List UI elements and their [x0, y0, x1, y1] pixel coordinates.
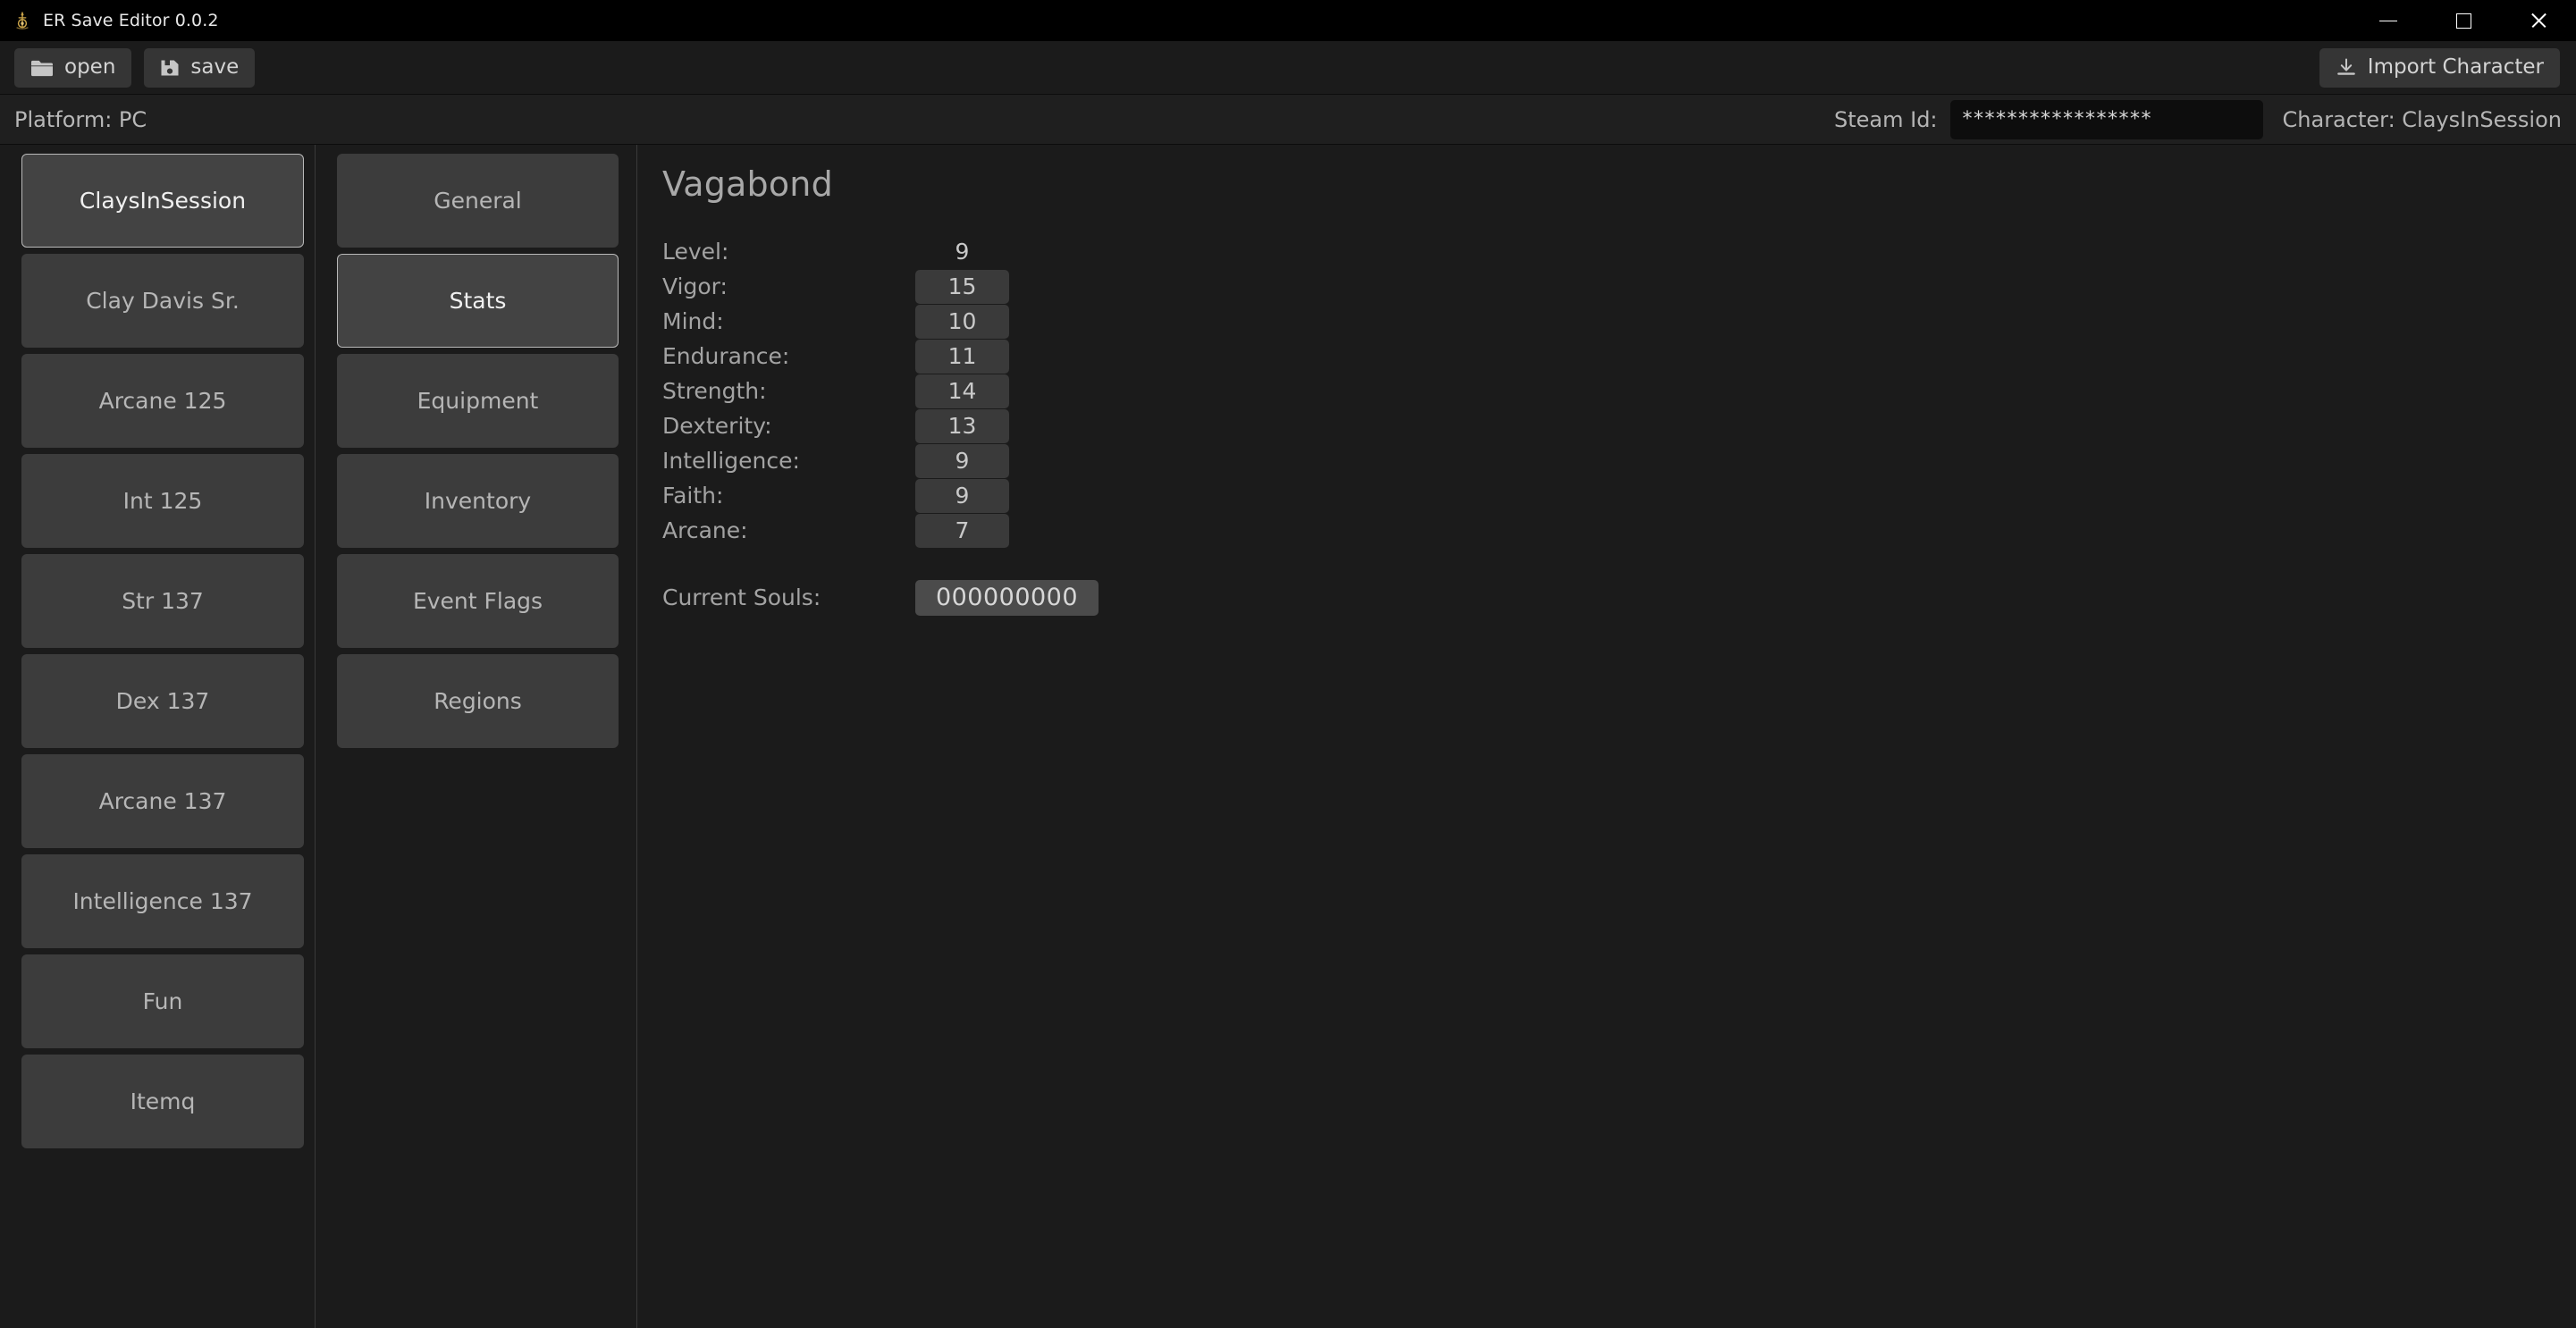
nav-item-general[interactable]: General — [337, 154, 619, 248]
character-item-dex-137[interactable]: Dex 137 — [21, 654, 304, 748]
info-bar: Platform: PC Steam Id: *****************… — [0, 95, 2576, 145]
section-nav-panel: General Stats Equipment Inventory Event … — [316, 145, 637, 1328]
steam-id-input[interactable]: ***************** — [1950, 100, 2263, 139]
intelligence-label: Intelligence: — [662, 448, 915, 474]
platform-label: Platform: PC — [14, 107, 147, 132]
strength-input[interactable]: 14 — [915, 374, 1009, 408]
toolbar-left-group: open save — [14, 48, 255, 88]
character-item-int-125[interactable]: Int 125 — [21, 454, 304, 548]
main-body: ClaysInSession Clay Davis Sr. Arcane 125… — [0, 145, 2576, 1328]
close-icon — [2530, 12, 2547, 29]
character-item-claysinsession[interactable]: ClaysInSession — [21, 154, 304, 248]
endurance-input[interactable]: 11 — [915, 340, 1009, 374]
window-controls — [2351, 0, 2576, 41]
stat-row-vigor: Vigor: 15 — [662, 269, 2576, 304]
nav-item-equipment[interactable]: Equipment — [337, 354, 619, 448]
character-item-arcane-137[interactable]: Arcane 137 — [21, 754, 304, 848]
arcane-input[interactable]: 7 — [915, 514, 1009, 548]
character-item-intelligence-137[interactable]: Intelligence 137 — [21, 854, 304, 948]
level-value: 9 — [915, 239, 1009, 265]
mind-label: Mind: — [662, 308, 915, 334]
stat-row-faith: Faith: 9 — [662, 478, 2576, 513]
faith-label: Faith: — [662, 483, 915, 509]
dexterity-label: Dexterity: — [662, 413, 915, 439]
stat-row-arcane: Arcane: 7 — [662, 513, 2576, 548]
stats-content-panel: Vagabond Level: 9 Vigor: 15 Mind: 10 End… — [637, 145, 2576, 1328]
toolbar-right-group: Import Character — [2319, 48, 2560, 88]
nav-item-regions[interactable]: Regions — [337, 654, 619, 748]
vigor-input[interactable]: 15 — [915, 270, 1009, 304]
dexterity-input[interactable]: 13 — [915, 409, 1009, 443]
stat-row-strength: Strength: 14 — [662, 374, 2576, 408]
save-button-label: save — [190, 57, 239, 78]
strength-label: Strength: — [662, 378, 915, 404]
minimize-button[interactable] — [2351, 0, 2426, 41]
application-window: ER Save Editor 0.0.2 — [0, 0, 2576, 1328]
steam-id-label: Steam Id: — [1834, 107, 1938, 132]
nav-item-event-flags[interactable]: Event Flags — [337, 554, 619, 648]
intelligence-input[interactable]: 9 — [915, 444, 1009, 478]
endurance-label: Endurance: — [662, 343, 915, 369]
open-button[interactable]: open — [14, 48, 131, 88]
title-bar: ER Save Editor 0.0.2 — [0, 0, 2576, 41]
stat-row-mind: Mind: 10 — [662, 304, 2576, 339]
toolbar: open save — [0, 41, 2576, 95]
info-bar-right-group: Steam Id: ***************** Character: C… — [1834, 100, 2576, 139]
maximize-icon — [2456, 13, 2471, 29]
stat-row-level: Level: 9 — [662, 234, 2576, 269]
level-label: Level: — [662, 239, 915, 265]
download-icon — [2336, 57, 2357, 79]
title-bar-left: ER Save Editor 0.0.2 — [13, 11, 219, 30]
maximize-button[interactable] — [2426, 0, 2501, 41]
elden-ring-emblem-icon — [13, 11, 32, 30]
current-souls-input[interactable]: 000000000 — [915, 580, 1099, 616]
current-souls-label: Current Souls: — [662, 584, 915, 610]
open-button-label: open — [64, 57, 115, 78]
stat-row-intelligence: Intelligence: 9 — [662, 443, 2576, 478]
import-character-button[interactable]: Import Character — [2319, 48, 2560, 88]
nav-item-stats[interactable]: Stats — [337, 254, 619, 348]
close-button[interactable] — [2501, 0, 2576, 41]
import-character-button-label: Import Character — [2368, 57, 2544, 78]
folder-open-icon — [30, 58, 54, 78]
character-item-arcane-125[interactable]: Arcane 125 — [21, 354, 304, 448]
character-class-title: Vagabond — [662, 164, 2576, 204]
stat-row-endurance: Endurance: 11 — [662, 339, 2576, 374]
save-button[interactable]: save — [144, 48, 255, 88]
faith-input[interactable]: 9 — [915, 479, 1009, 513]
character-item-itemq[interactable]: Itemq — [21, 1055, 304, 1148]
window-title: ER Save Editor 0.0.2 — [43, 11, 219, 30]
floppy-disk-icon — [160, 58, 180, 78]
mind-input[interactable]: 10 — [915, 305, 1009, 339]
arcane-label: Arcane: — [662, 517, 915, 543]
stat-row-dexterity: Dexterity: 13 — [662, 408, 2576, 443]
stat-row-current-souls: Current Souls: 000000000 — [662, 580, 2576, 615]
vigor-label: Vigor: — [662, 273, 915, 299]
character-item-str-137[interactable]: Str 137 — [21, 554, 304, 648]
character-list-panel: ClaysInSession Clay Davis Sr. Arcane 125… — [0, 145, 316, 1328]
character-item-clay-davis-sr[interactable]: Clay Davis Sr. — [21, 254, 304, 348]
nav-item-inventory[interactable]: Inventory — [337, 454, 619, 548]
character-label: Character: ClaysInSession — [2283, 107, 2562, 132]
character-item-fun[interactable]: Fun — [21, 954, 304, 1048]
